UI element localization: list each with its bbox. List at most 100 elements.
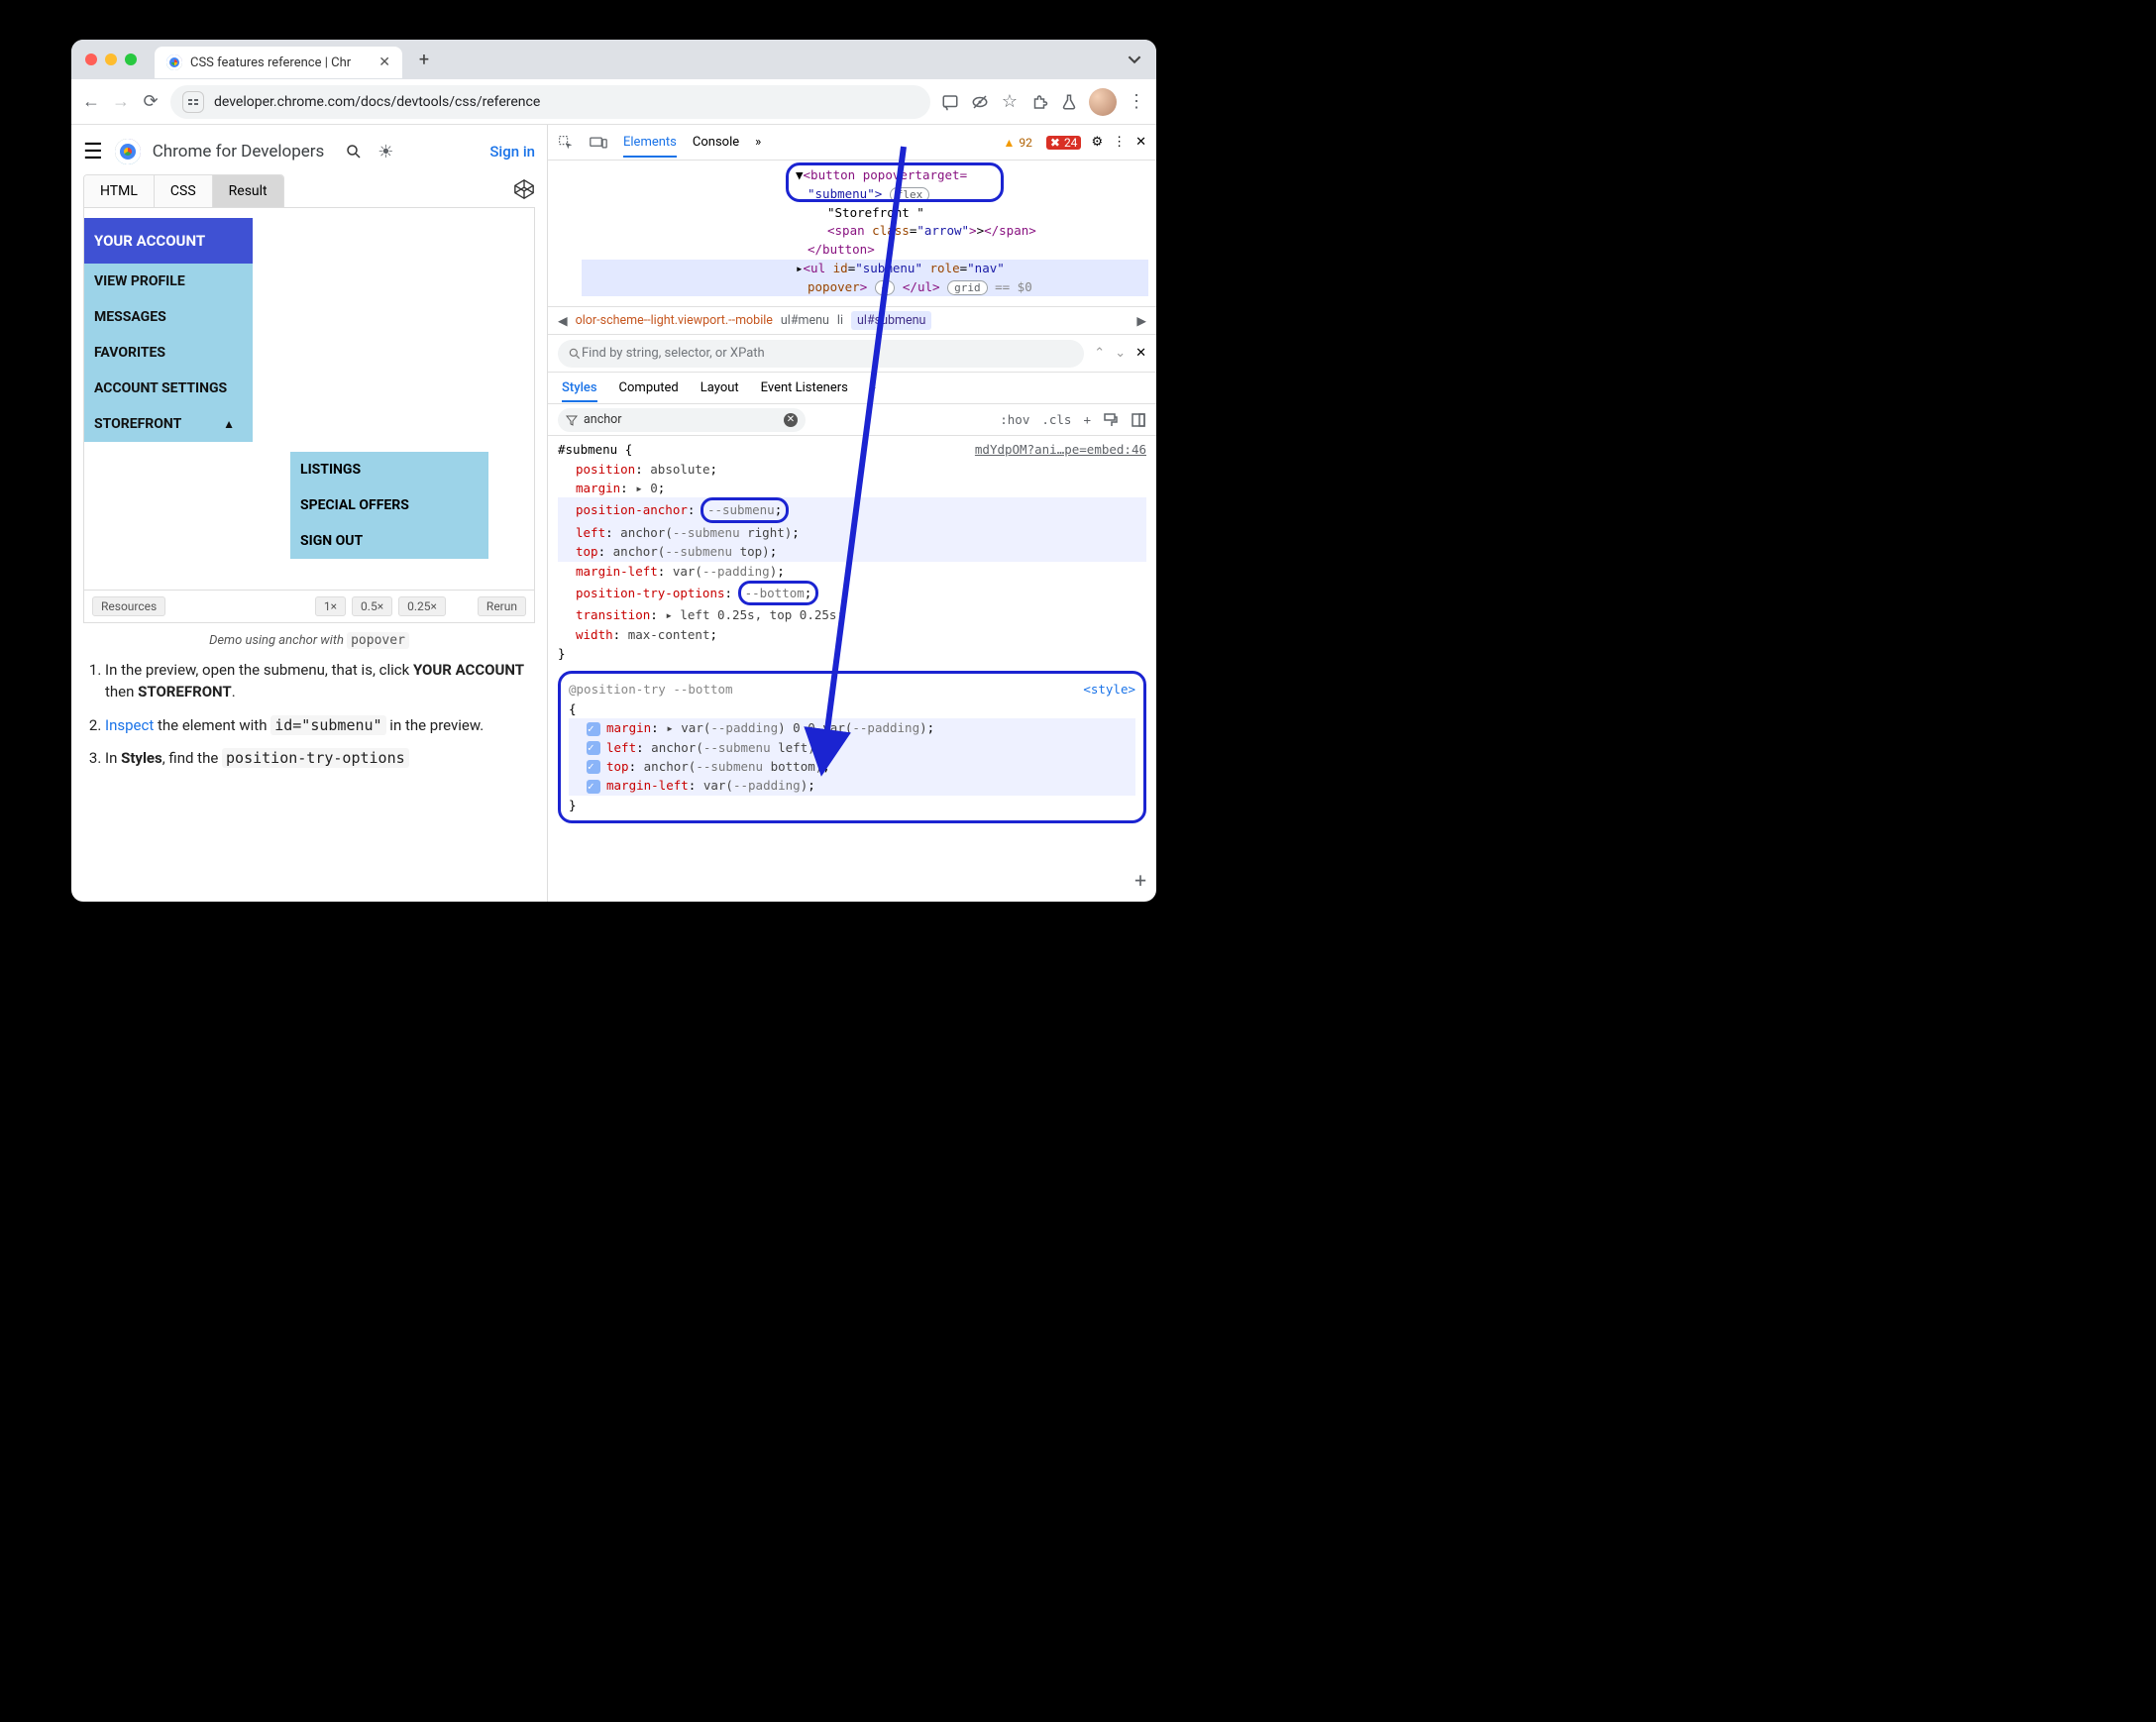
elements-tree[interactable]: ▼<button popovertarget= "submenu"> flex … [548, 161, 1156, 307]
device-toggle-icon[interactable] [590, 135, 607, 151]
maximize-window[interactable] [125, 54, 137, 65]
sign-in-link[interactable]: Sign in [489, 143, 535, 161]
close-search-icon[interactable]: ✕ [1135, 346, 1146, 361]
errors-badge[interactable]: ✖ 24 [1046, 136, 1082, 150]
inspect-icon[interactable] [558, 135, 574, 151]
source-link-style[interactable]: <style> [1083, 680, 1135, 699]
inspect-link[interactable]: Inspect [105, 716, 154, 734]
codepen-icon [513, 178, 535, 200]
annotation-pill: --bottom; [738, 581, 819, 605]
toggle-declaration[interactable] [587, 722, 600, 736]
warnings-badge[interactable]: 92 [999, 136, 1035, 150]
tab-event-listeners[interactable]: Event Listeners [761, 380, 848, 395]
search-icon [568, 347, 582, 361]
paint-icon[interactable] [1103, 412, 1119, 428]
bookmark-icon[interactable]: ☆ [1000, 92, 1020, 112]
new-tab-button[interactable]: + [410, 46, 438, 73]
tab-layout[interactable]: Layout [701, 380, 739, 395]
browser-toolbar: ← → ⟳ developer.chrome.com/docs/devtools… [71, 79, 1156, 125]
search-icon[interactable] [344, 142, 364, 161]
styles-filter-row: anchor ✕ :hov .cls + [548, 404, 1156, 436]
resources-button[interactable]: Resources [92, 596, 165, 616]
settings-icon[interactable]: ⚙ [1091, 135, 1103, 150]
menu-item[interactable]: VIEW PROFILE [84, 264, 253, 299]
menu-item-storefront[interactable]: STOREFRONT ▲ [84, 406, 253, 442]
submenu-item[interactable]: LISTINGS [290, 452, 488, 487]
tab-styles[interactable]: Styles [562, 380, 597, 402]
tab-title: CSS features reference | Chr [190, 55, 351, 70]
menu-item-label: STOREFRONT [94, 416, 181, 432]
instructions-list: In the preview, open the submenu, that i… [83, 660, 535, 782]
page-content: ☰ Chrome for Developers ☀ Sign in HTML C… [71, 125, 547, 902]
filter-input[interactable]: anchor ✕ [558, 408, 806, 432]
devtools-tabs: Elements Console » 92 ✖ 24 ⚙ ⋮ ✕ [548, 125, 1156, 161]
more-tabs[interactable]: » [755, 135, 761, 150]
preview-pane: YOUR ACCOUNT VIEW PROFILE MESSAGES FAVOR… [83, 207, 535, 623]
computed-panel-icon[interactable] [1131, 412, 1146, 428]
instruction-step: In Styles, find the position-try-options [105, 748, 535, 770]
zoom-1x[interactable]: 1× [315, 596, 346, 616]
minimize-window[interactable] [105, 54, 117, 65]
eye-off-icon[interactable] [970, 92, 990, 112]
close-window[interactable] [85, 54, 97, 65]
reload-button[interactable]: ⟳ [141, 92, 161, 112]
close-tab-icon[interactable]: ✕ [378, 54, 390, 70]
more-panes[interactable]: » [870, 380, 876, 395]
forward-button[interactable]: → [111, 92, 131, 112]
site-info-icon[interactable] [182, 91, 204, 113]
submenu-item[interactable]: SPECIAL OFFERS [290, 487, 488, 523]
hov-toggle[interactable]: :hov [1000, 412, 1029, 427]
preview-footer: Resources 1× 0.5× 0.25× Rerun [84, 590, 534, 622]
menu-item[interactable]: ACCOUNT SETTINGS [84, 371, 253, 406]
codepen-link[interactable] [513, 178, 535, 204]
search-input[interactable]: Find by string, selector, or XPath [558, 340, 1084, 368]
close-devtools-icon[interactable]: ✕ [1135, 135, 1146, 150]
theme-toggle-icon[interactable]: ☀ [376, 142, 395, 161]
breadcrumb[interactable]: ◀ olor-scheme--light.viewport.--mobile u… [548, 307, 1156, 335]
annotation-box [786, 162, 1004, 202]
add-rule-icon[interactable]: + [1083, 412, 1091, 427]
tab-result[interactable]: Result [213, 175, 283, 207]
toggle-declaration[interactable] [587, 760, 600, 774]
position-try-rule: <style> @position-try --bottom { margin:… [558, 671, 1146, 823]
profile-avatar[interactable] [1089, 88, 1117, 116]
tab-console[interactable]: Console [693, 135, 739, 150]
browser-tab[interactable]: CSS features reference | Chr ✕ [155, 47, 402, 78]
tab-strip: CSS features reference | Chr ✕ + [71, 40, 1156, 79]
tab-computed[interactable]: Computed [619, 380, 679, 395]
zoom-025x[interactable]: 0.25× [398, 596, 446, 616]
toggle-declaration[interactable] [587, 741, 600, 755]
figure-caption: Demo using anchor with popover [83, 633, 535, 648]
menu-button[interactable]: ⋮ [1127, 92, 1146, 112]
add-style-icon[interactable]: + [1134, 865, 1146, 896]
grid-badge[interactable]: grid [947, 280, 988, 295]
extensions-icon[interactable] [1029, 92, 1049, 112]
prev-match-icon[interactable]: ⌃ [1094, 346, 1105, 361]
tabs-overflow-button[interactable] [1121, 46, 1148, 73]
rerun-button[interactable]: Rerun [478, 596, 526, 616]
more-icon[interactable]: ⋮ [1113, 135, 1126, 150]
tab-html[interactable]: HTML [84, 175, 155, 207]
tab-elements[interactable]: Elements [623, 135, 677, 158]
elements-search: Find by string, selector, or XPath ⌃ ⌄ ✕ [548, 335, 1156, 373]
styles-pane-tabs: Styles Computed Layout Event Listeners » [548, 373, 1156, 404]
tab-css[interactable]: CSS [155, 175, 213, 207]
back-button[interactable]: ← [81, 92, 101, 112]
submenu-item[interactable]: SIGN OUT [290, 523, 488, 559]
cls-toggle[interactable]: .cls [1041, 412, 1071, 427]
menu-header[interactable]: YOUR ACCOUNT [84, 218, 253, 264]
cast-icon[interactable] [940, 92, 960, 112]
menu-item[interactable]: MESSAGES [84, 299, 253, 335]
url-text: developer.chrome.com/docs/devtools/css/r… [214, 94, 540, 110]
zoom-05x[interactable]: 0.5× [352, 596, 392, 616]
hamburger-menu[interactable]: ☰ [83, 140, 103, 164]
styles-pane[interactable]: mdYdpOM?ani…pe=embed:46 #submenu { posit… [548, 436, 1156, 902]
labs-icon[interactable] [1059, 92, 1079, 112]
clear-filter-icon[interactable]: ✕ [784, 413, 798, 427]
next-match-icon[interactable]: ⌄ [1115, 346, 1126, 361]
instruction-step: Inspect the element with id="submenu" in… [105, 715, 535, 737]
address-bar[interactable]: developer.chrome.com/docs/devtools/css/r… [170, 85, 930, 119]
toggle-declaration[interactable] [587, 780, 600, 794]
menu-item[interactable]: FAVORITES [84, 335, 253, 371]
source-link[interactable]: mdYdpOM?ani…pe=embed:46 [975, 440, 1146, 459]
